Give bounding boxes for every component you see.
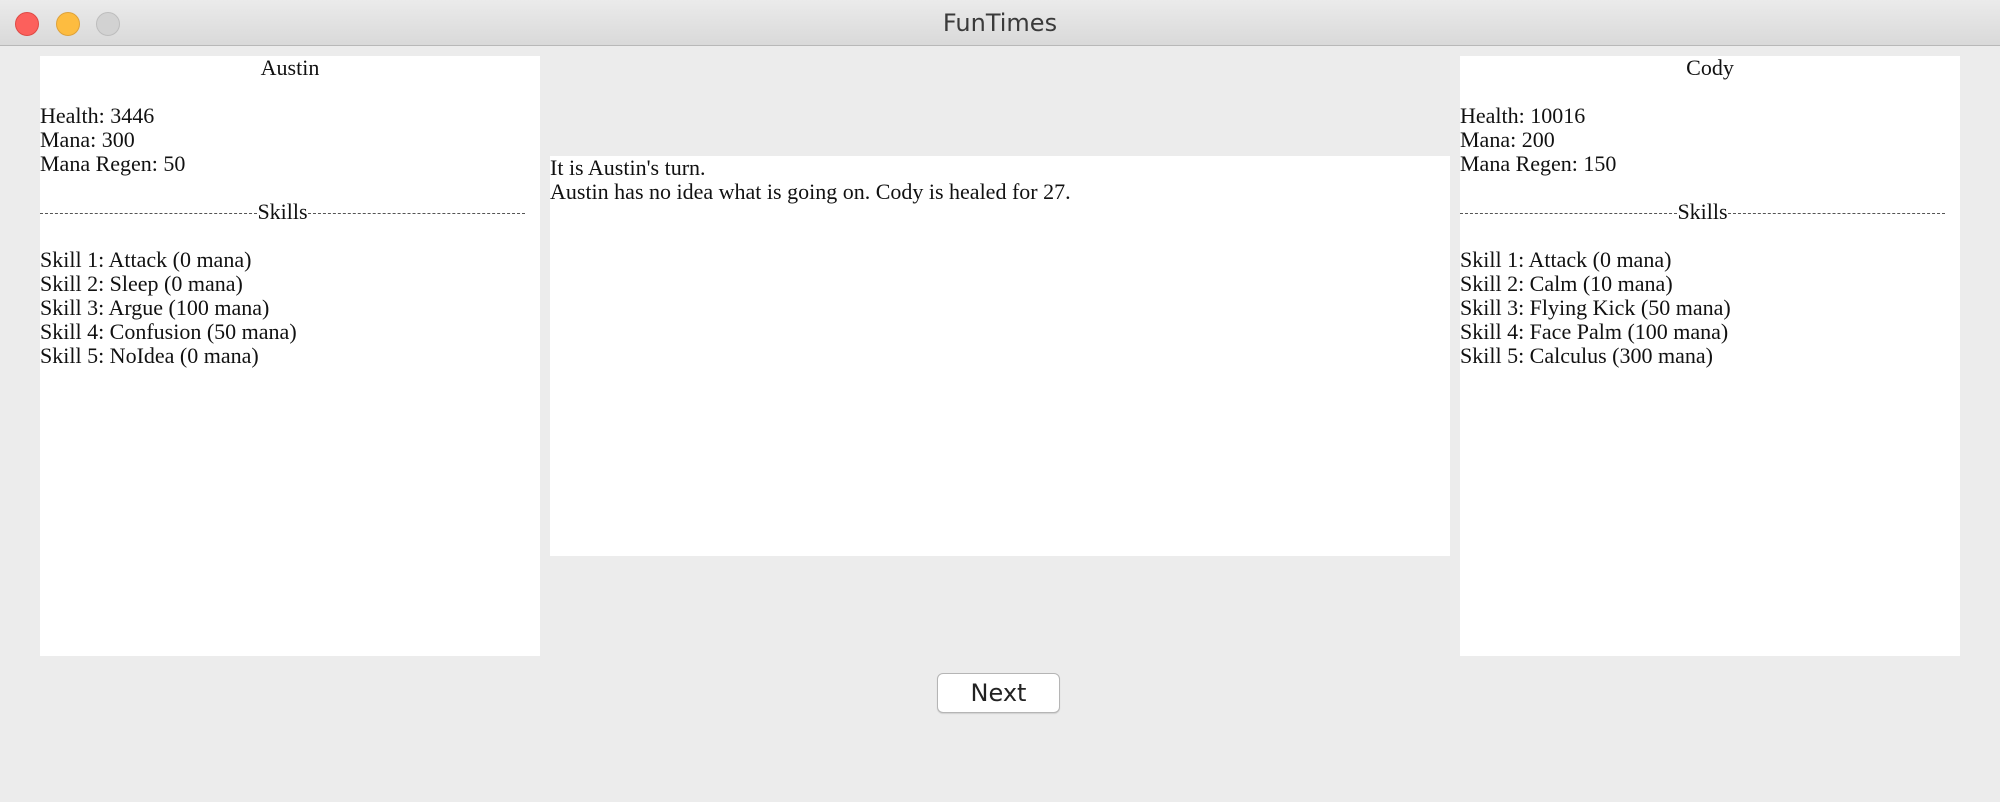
skill-item: Skill 1: Attack (0 mana) bbox=[40, 247, 252, 272]
app-window: FunTimes Austin Health: 3446 Mana: 300 M… bbox=[0, 0, 2000, 802]
player-mana-regen: Mana Regen: 50 bbox=[40, 151, 186, 176]
skill-item: Skill 5: Calculus (300 mana) bbox=[1460, 343, 1713, 368]
battle-log: It is Austin's turn. Austin has no idea … bbox=[550, 156, 1450, 556]
player-name: Cody bbox=[1686, 56, 1734, 80]
skills-header: Skills bbox=[1677, 200, 1728, 224]
skill-item: Skill 4: Face Palm (100 mana) bbox=[1460, 319, 1729, 344]
player-name: Austin bbox=[260, 56, 320, 80]
player-health: Health: 10016 bbox=[1460, 103, 1586, 128]
player-panel-austin: Austin Health: 3446 Mana: 300 Mana Regen… bbox=[40, 56, 540, 656]
skill-item: Skill 3: Argue (100 mana) bbox=[40, 295, 270, 320]
skill-item: Skill 2: Sleep (0 mana) bbox=[40, 271, 243, 296]
skill-item: Skill 1: Attack (0 mana) bbox=[1460, 247, 1672, 272]
window-title: FunTimes bbox=[942, 9, 1058, 37]
skills-divider: Skills bbox=[40, 200, 525, 224]
skills-header: Skills bbox=[257, 200, 308, 224]
skill-item: Skill 4: Confusion (50 mana) bbox=[40, 319, 297, 344]
player-mana-regen: Mana Regen: 150 bbox=[1460, 151, 1617, 176]
skill-item: Skill 5: NoIdea (0 mana) bbox=[40, 343, 259, 368]
skill-item: Skill 2: Calm (10 mana) bbox=[1460, 271, 1673, 296]
title-bar: FunTimes bbox=[0, 0, 2000, 46]
next-button[interactable]: Next bbox=[937, 673, 1060, 713]
player-panel-cody: Cody Health: 10016 Mana: 200 Mana Regen:… bbox=[1460, 56, 1960, 656]
player-mana: Mana: 200 bbox=[1460, 127, 1555, 152]
skill-item: Skill 3: Flying Kick (50 mana) bbox=[1460, 295, 1731, 320]
player-health: Health: 3446 bbox=[40, 103, 155, 128]
log-line: It is Austin's turn. bbox=[550, 156, 706, 180]
log-line: Austin has no idea what is going on. Cod… bbox=[550, 179, 1071, 204]
skills-divider: Skills bbox=[1460, 200, 1945, 224]
player-mana: Mana: 300 bbox=[40, 127, 135, 152]
